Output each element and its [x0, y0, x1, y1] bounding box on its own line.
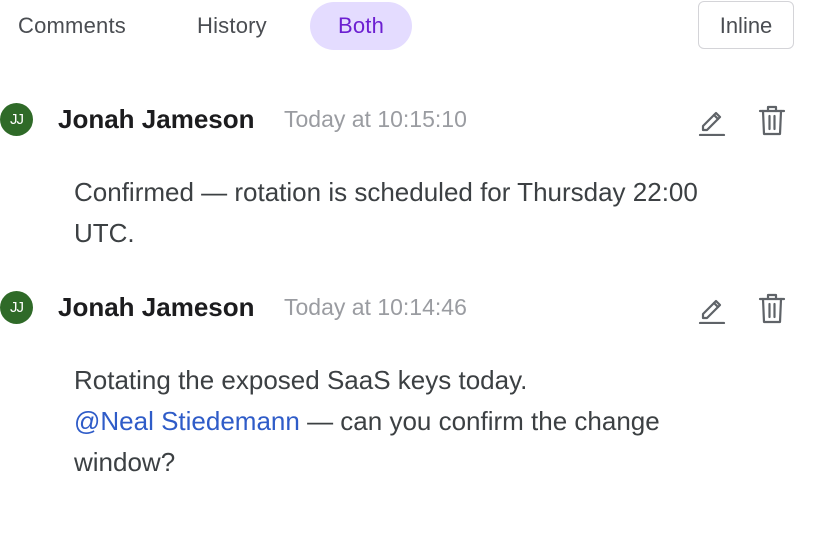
trash-icon: [757, 292, 787, 324]
user-mention-link[interactable]: @Neal Stiedemann: [74, 406, 300, 436]
tab-history[interactable]: History: [197, 2, 267, 50]
comment-author: Jonah Jameson: [58, 292, 255, 322]
comment-timestamp: Today at 10:14:46: [284, 294, 467, 320]
trash-icon: [757, 104, 787, 136]
inline-button[interactable]: Inline: [698, 1, 794, 49]
delete-comment-button[interactable]: [757, 292, 787, 324]
comment-body: Confirmed — rotation is scheduled for Th…: [74, 172, 754, 254]
delete-comment-button[interactable]: [757, 104, 787, 136]
edit-comment-button[interactable]: [697, 104, 727, 136]
comment-text: Confirmed — rotation is scheduled for Th…: [74, 177, 698, 248]
pencil-icon: [697, 292, 727, 324]
comment-text: Rotating the exposed SaaS keys today.: [74, 365, 528, 395]
avatar[interactable]: JJ: [0, 103, 33, 136]
pencil-icon: [697, 104, 727, 136]
tab-comments[interactable]: Comments: [18, 2, 126, 50]
tab-both[interactable]: Both: [310, 2, 412, 50]
avatar[interactable]: JJ: [0, 291, 33, 324]
comment-timestamp: Today at 10:15:10: [284, 106, 467, 132]
comment-author: Jonah Jameson: [58, 104, 255, 134]
edit-comment-button[interactable]: [697, 292, 727, 324]
comment-view-tabs: Comments History Both Inline: [0, 0, 824, 56]
comment-body: Rotating the exposed SaaS keys today. @N…: [74, 360, 754, 483]
